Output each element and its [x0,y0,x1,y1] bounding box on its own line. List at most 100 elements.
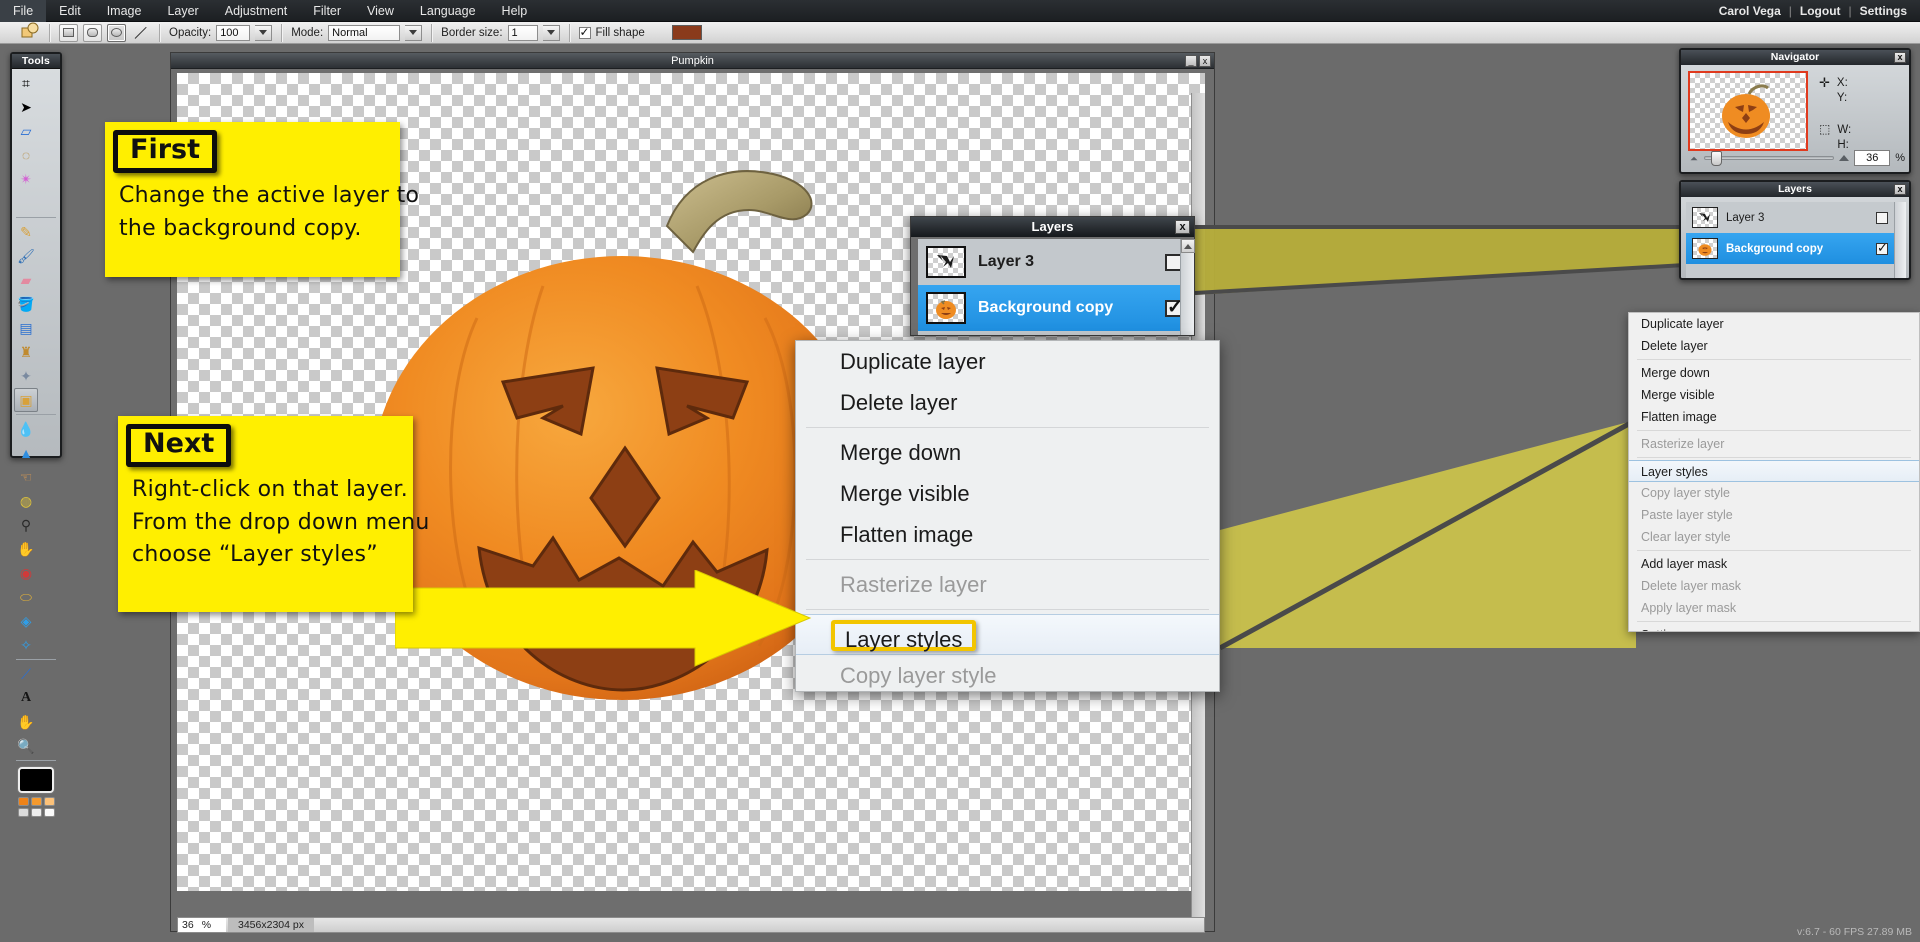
menu-item-file[interactable]: File [0,0,47,22]
shape-tool-icon[interactable]: ▣ [14,388,38,412]
navigator-zoom-value[interactable]: 36 [1854,150,1891,166]
context-menu-item-paste-layer-style: Paste layer style [1641,508,1733,522]
annotation-note-first: First Change the active layer to the bac… [105,122,419,277]
dodge-icon[interactable]: ☜ [14,465,38,489]
magnified-layers-scrollbar[interactable] [1180,239,1195,335]
zoom-icon[interactable]: 🔍 [14,734,38,758]
context-menu-item-flatten-image[interactable]: Flatten image [1629,406,1919,428]
hand-icon[interactable]: ✋ [14,710,38,734]
type-icon[interactable]: A [14,686,38,710]
menu-item-view[interactable]: View [354,0,407,22]
border-size-input[interactable]: 1 [507,24,538,41]
menu-item-edit[interactable]: Edit [46,0,94,22]
statusbar-zoom[interactable]: 36 % [178,918,226,932]
context-menu-item-clear-layer-style: Clear layer style [1641,530,1731,544]
eraser-icon[interactable]: ▰ [14,268,38,292]
menu-item-filter[interactable]: Filter [300,0,354,22]
eyedropper-icon[interactable]: ⟋ [14,662,38,686]
magnified-layer-row-layer3[interactable]: Layer 3 [918,239,1190,285]
layers-panel-scrollbar[interactable] [1894,202,1906,278]
gradient-icon[interactable]: ▤ [14,316,38,340]
layer-row-layer3[interactable]: Layer 3 [1686,202,1894,233]
blur-icon[interactable]: 💧 [14,417,38,441]
menu-item-help[interactable]: Help [489,0,541,22]
scroll-up-icon[interactable] [1181,239,1195,253]
palette-chip-3[interactable] [17,808,29,817]
sharpen-icon[interactable]: ▲ [14,441,38,465]
context-menu-item-delete-layer-mask: Delete layer mask [1641,579,1742,593]
smooth-icon[interactable]: ✋ [14,537,38,561]
burn-icon[interactable]: ⚲ [14,513,38,537]
user-name[interactable]: Carol Vega [1712,4,1788,18]
brush-icon[interactable]: 🖌 [14,244,38,268]
crop-icon[interactable]: ⌗ [14,71,38,95]
pencil-icon[interactable]: ✎ [14,220,38,244]
menu-item-language[interactable]: Language [407,0,489,22]
navigator-zoom-slider[interactable]: 36 % [1689,149,1905,167]
palette-chip-1[interactable] [30,797,42,806]
context-menu-item-settings[interactable]: Settings... [1629,624,1919,631]
close-icon[interactable]: x [1894,184,1906,195]
ellipse-shape-icon[interactable] [107,23,126,42]
bloat-icon[interactable]: ◈ [14,609,38,633]
opacity-dropdown-button[interactable] [255,24,273,41]
line-shape-icon[interactable] [131,24,150,42]
logout-button[interactable]: Logout [1793,4,1848,18]
close-icon[interactable]: x [1199,55,1211,67]
border-size-dropdown-button[interactable] [542,24,560,41]
magnified-menu-item-delete-layer[interactable]: Delete layer [796,382,1219,423]
zoom-out-icon[interactable] [1690,156,1698,160]
magnified-menu-item-flatten-image[interactable]: Flatten image [796,514,1219,555]
rectangle-shape-icon[interactable] [59,23,78,42]
fill-color-swatch[interactable] [671,25,702,40]
layer-visibility-checkbox[interactable] [1876,211,1888,224]
document-titlebar[interactable]: Pumpkin _ x [171,53,1214,69]
menu-item-image[interactable]: Image [94,0,155,22]
clone-stamp-icon[interactable]: ♜ [14,340,38,364]
minimize-icon[interactable]: _ [1185,55,1197,67]
move-icon[interactable]: ➤ [14,95,38,119]
shape-tool-icon[interactable] [21,22,40,43]
palette-chip-5[interactable] [43,808,55,817]
magnified-layer-row-background-copy[interactable]: Background copy [918,285,1190,331]
lasso-icon[interactable]: ◌ [14,143,38,167]
palette-chip-2[interactable] [43,797,55,806]
close-icon[interactable]: x [1175,220,1190,234]
sponge-icon[interactable]: ◍ [14,489,38,513]
fill-shape-checkbox[interactable] [578,25,591,39]
navigator-thumbnail[interactable] [1689,72,1807,150]
context-menu-item-duplicate-layer[interactable]: Duplicate layer [1629,313,1919,335]
marquee-select-icon[interactable]: ▱ [14,119,38,143]
palette-chip-4[interactable] [30,808,42,817]
magnified-menu-item-duplicate-layer[interactable]: Duplicate layer [796,341,1219,382]
navigator-zoom-track[interactable] [1704,151,1835,166]
bandage-icon[interactable]: ⬭ [14,585,38,609]
context-menu-item-delete-layer[interactable]: Delete layer [1629,335,1919,357]
rounded-rectangle-shape-icon[interactable] [83,23,102,42]
magnified-menu-item-layer-styles[interactable]: Layer styles [796,614,1219,655]
magnified-menu-item-merge-visible[interactable]: Merge visible [796,473,1219,514]
layer-visibility-checkbox[interactable] [1876,240,1888,256]
mode-select-value[interactable]: Normal [328,24,401,41]
smudge-icon[interactable]: ✦ [14,364,38,388]
zoom-in-icon[interactable] [1839,155,1850,161]
red-eye-icon[interactable]: ◉ [14,561,38,585]
palette-chip-0[interactable] [17,797,29,806]
foreground-color-swatch[interactable] [18,767,54,793]
paint-bucket-icon[interactable]: 🪣 [14,292,38,316]
layer-row-background-copy[interactable]: Background copy [1686,233,1894,264]
menu-item-layer[interactable]: Layer [154,0,211,22]
mode-dropdown-button[interactable] [405,24,423,41]
context-menu-item-merge-down[interactable]: Merge down [1629,362,1919,384]
pinch-icon[interactable]: ✧ [14,633,38,657]
menu-item-adjustment[interactable]: Adjustment [212,0,301,22]
close-icon[interactable]: x [1894,52,1906,63]
opacity-input[interactable]: 100 [216,24,251,41]
context-menu-item-add-layer-mask[interactable]: Add layer mask [1629,553,1919,575]
settings-button[interactable]: Settings [1853,4,1914,18]
magic-wand-icon[interactable]: ✴ [14,167,38,191]
context-menu-item-layer-styles[interactable]: Layer styles [1629,460,1919,482]
context-menu-item-merge-visible[interactable]: Merge visible [1629,384,1919,406]
navigator-zoom-knob[interactable] [1711,151,1722,166]
magnified-menu-item-merge-down[interactable]: Merge down [796,432,1219,473]
